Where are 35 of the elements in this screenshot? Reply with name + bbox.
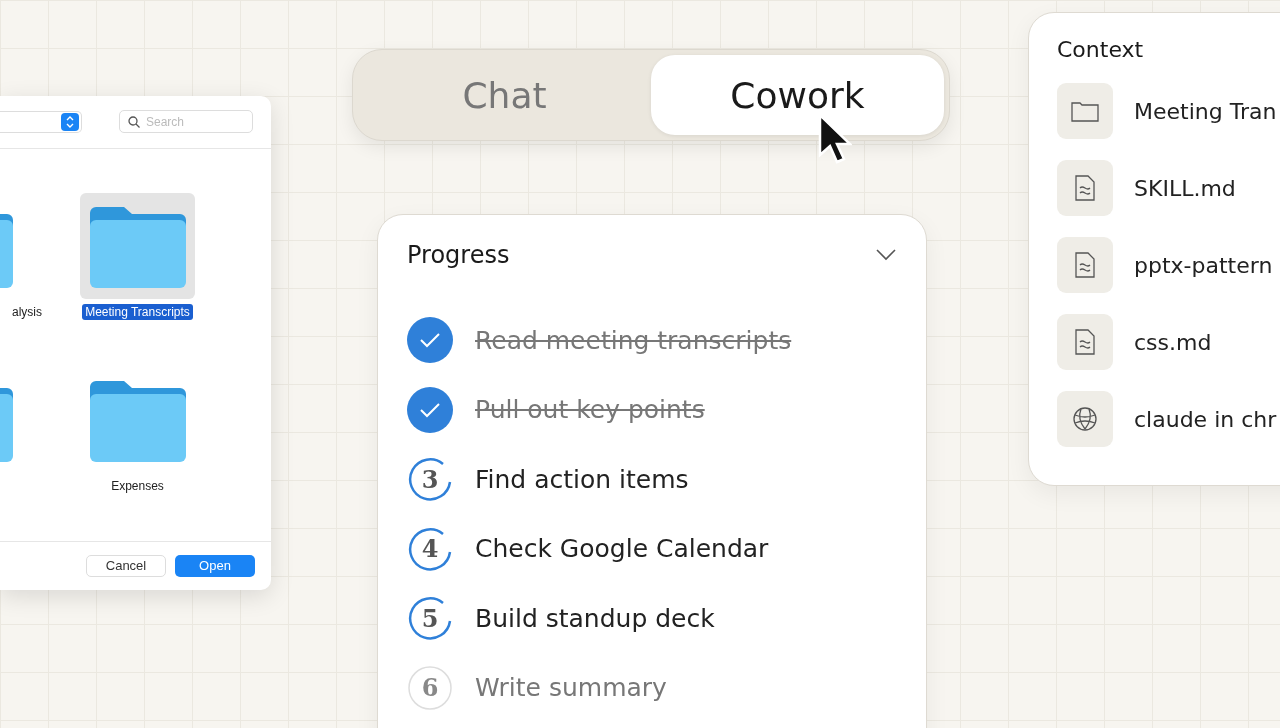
folder-label[interactable]: Meeting Transcripts xyxy=(82,303,193,320)
location-dropdown[interactable] xyxy=(0,110,82,133)
selected-folder[interactable] xyxy=(80,192,195,299)
mode-tab[interactable]: Cowork xyxy=(651,55,944,135)
step-number: 5 xyxy=(407,595,453,641)
context-item[interactable]: css.md xyxy=(1134,329,1212,355)
step-label: Read meeting transcripts xyxy=(475,325,792,355)
step-label: Check Google Calendar xyxy=(475,534,769,563)
chevron-icon[interactable] xyxy=(876,249,896,261)
open-button[interactable]: Open xyxy=(175,554,255,577)
step-number: 6 xyxy=(407,664,453,711)
step-label: Pull out key points xyxy=(475,395,705,424)
globe-icon xyxy=(1072,406,1098,432)
card-title: Progress xyxy=(407,241,510,269)
document-icon xyxy=(1075,329,1095,355)
search-icon xyxy=(128,116,140,129)
folder-label[interactable]: alysis xyxy=(12,303,42,320)
card-title: Context xyxy=(1057,37,1144,62)
step-number: 4 xyxy=(407,525,453,572)
context-item[interactable]: Meeting Tran xyxy=(1134,98,1277,124)
context-item[interactable]: SKILL.md xyxy=(1134,175,1236,201)
stepper-icon xyxy=(61,112,79,131)
folder-icon xyxy=(1071,100,1099,122)
mode-tab[interactable]: Chat xyxy=(358,55,651,135)
step-label: Find action items xyxy=(475,464,689,494)
step-label: Build standup deck xyxy=(475,603,715,633)
step-label: Write summary xyxy=(475,673,667,702)
step-number: 3 xyxy=(407,456,453,502)
document-icon xyxy=(1075,175,1095,201)
search-field[interactable]: Search xyxy=(119,110,253,134)
context-item[interactable]: claude in chr xyxy=(1134,406,1277,432)
cancel-button[interactable]: Cancel xyxy=(86,554,166,577)
context-item[interactable]: pptx-pattern xyxy=(1134,252,1273,278)
document-icon xyxy=(1075,252,1095,278)
folder-label[interactable]: Expenses xyxy=(111,477,164,494)
